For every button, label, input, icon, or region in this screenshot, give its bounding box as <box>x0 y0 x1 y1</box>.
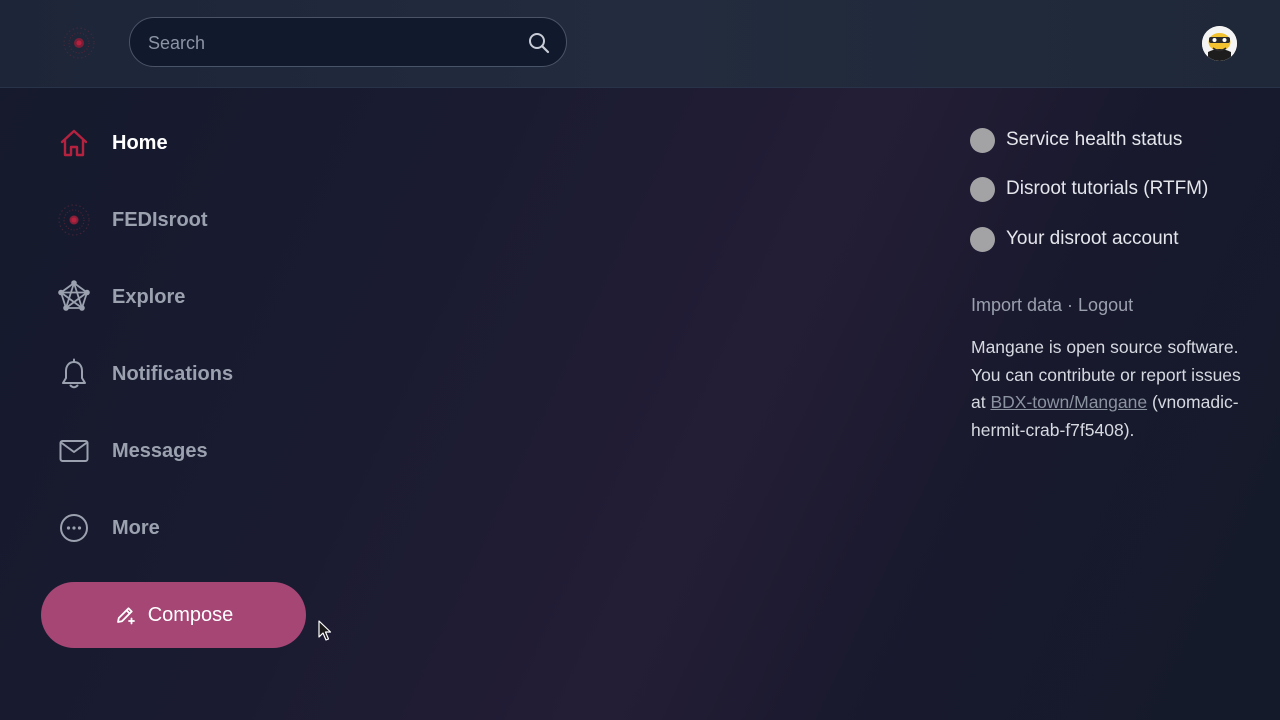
repo-link[interactable]: BDX-town/Mangane <box>990 392 1147 412</box>
promo-link-tutorials[interactable]: Disroot tutorials (RTFM) <box>970 175 1208 203</box>
promo-link-label: Disroot tutorials (RTFM) <box>1006 178 1209 199</box>
link-dot-icon <box>970 226 995 252</box>
fedisroot-logo-icon <box>56 202 92 238</box>
mail-icon <box>56 433 92 469</box>
link-separator: · <box>1062 295 1079 315</box>
nav-item-label: Home <box>112 131 168 154</box>
nav-item-label: Notifications <box>112 362 234 385</box>
top-bar <box>0 0 1280 88</box>
nav-item-label: FEDIsroot <box>112 208 208 231</box>
bell-icon <box>56 356 92 392</box>
link-dot-icon <box>970 176 995 202</box>
nav-item-fedisroot[interactable]: FEDIsroot <box>56 198 316 242</box>
logout-link[interactable]: Logout <box>1078 295 1133 315</box>
nav-item-explore[interactable]: Explore <box>56 275 316 319</box>
promo-link-service-health[interactable]: Service health status <box>970 126 1182 154</box>
fedisroot-logo-icon[interactable] <box>62 26 96 60</box>
compose-button[interactable]: Compose <box>41 582 306 648</box>
nav-item-home[interactable]: Home <box>56 121 316 165</box>
search-input[interactable] <box>146 18 520 68</box>
import-data-link[interactable]: Import data <box>971 295 1062 315</box>
pencil-icon <box>114 604 136 626</box>
promo-link-account[interactable]: Your disroot account <box>970 225 1179 253</box>
nav-item-label: Explore <box>112 285 186 308</box>
about-text: Mangane is open source software. You can… <box>971 334 1241 444</box>
nav-item-notifications[interactable]: Notifications <box>56 352 316 396</box>
search-icon[interactable] <box>528 32 550 54</box>
nav-item-label: More <box>112 516 160 539</box>
link-dot-icon <box>970 127 995 153</box>
home-icon <box>56 125 92 161</box>
nav-item-more[interactable]: More <box>56 506 316 550</box>
promo-link-label: Service health status <box>1006 129 1183 150</box>
more-dots-icon <box>56 510 92 546</box>
nav-item-messages[interactable]: Messages <box>56 429 316 473</box>
avatar[interactable] <box>1202 26 1237 61</box>
promo-link-label: Your disroot account <box>1006 228 1179 249</box>
nav-item-label: Messages <box>112 439 208 462</box>
footer-links: Import data · Logout <box>971 295 1133 316</box>
mouse-cursor-icon <box>318 620 332 642</box>
search-bar <box>129 17 567 68</box>
fediverse-network-icon <box>56 279 92 315</box>
compose-label: Compose <box>147 603 234 626</box>
